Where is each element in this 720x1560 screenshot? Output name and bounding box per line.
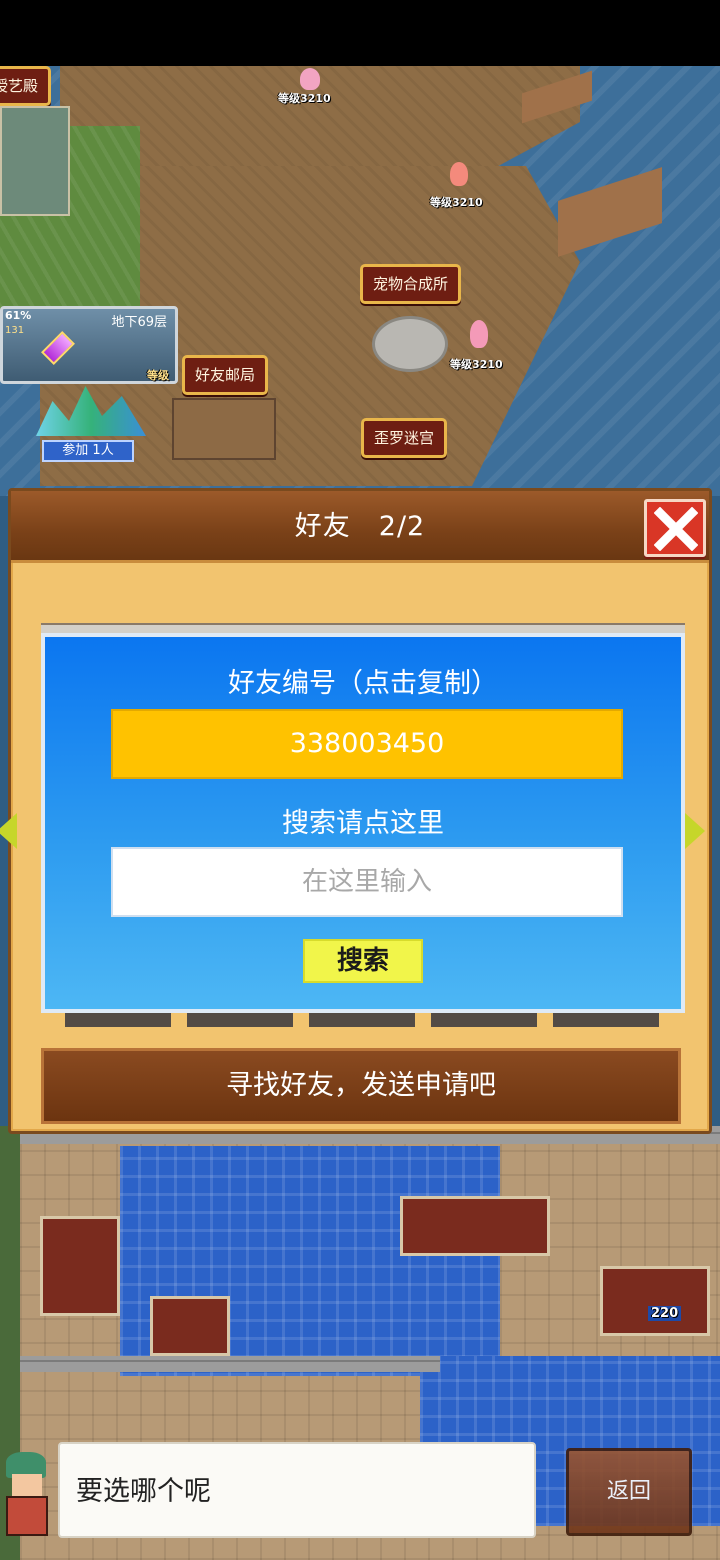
- speech-text: 要选哪个呢: [76, 1476, 211, 1507]
- map-label-friend-post[interactable]: 好友邮局: [182, 355, 269, 395]
- pet-sprite[interactable]: [470, 320, 488, 348]
- shop-building: [400, 1196, 550, 1256]
- status-bar: [0, 0, 720, 66]
- arts-building: [0, 106, 70, 216]
- advisor-avatar: [0, 1432, 58, 1542]
- hint-bar: 寻找好友，发送申请吧: [41, 1048, 681, 1124]
- page-right-arrow-icon[interactable]: [685, 813, 705, 849]
- dungeon-progress: 61%: [5, 309, 32, 322]
- shop-building: [40, 1216, 120, 1316]
- pet-sprite[interactable]: [300, 68, 320, 90]
- shop-building: [150, 1296, 230, 1356]
- friend-id-copy-box[interactable]: 338003450: [111, 709, 623, 779]
- level-tag: 等级3210: [430, 196, 483, 209]
- close-button[interactable]: [644, 499, 706, 557]
- join-badge[interactable]: 参加 1人: [42, 440, 134, 462]
- speech-bubble: 要选哪个呢: [58, 1442, 536, 1538]
- dungeon-level: 131: [5, 325, 25, 336]
- fusion-altar: [372, 316, 448, 372]
- friend-dialog: 好友 2/2 好友编号（点击复制） 338003450 搜索请点这里 搜索 寻找…: [0, 488, 712, 1134]
- friend-id-panel: 好友编号（点击复制） 338003450 搜索请点这里 搜索: [41, 633, 685, 1013]
- avatar-face: [12, 1474, 42, 1496]
- avatar-body: [6, 1496, 48, 1536]
- back-button[interactable]: 返回: [566, 1448, 692, 1536]
- map-label-maze[interactable]: 歪罗迷宫: [361, 418, 448, 458]
- shop-counter: 220: [648, 1306, 682, 1321]
- friend-search-input[interactable]: [111, 847, 623, 917]
- friend-id-label: 好友编号（点击复制）: [228, 668, 498, 699]
- dungeon-level-tag: 等级: [147, 369, 169, 382]
- search-label: 搜索请点这里: [282, 808, 444, 839]
- post-office-building: [172, 398, 276, 460]
- dialog-title: 好友 2/2: [294, 511, 426, 542]
- town-wall: [20, 1356, 440, 1372]
- level-tag: 等级3210: [278, 92, 331, 105]
- page-left-arrow-icon[interactable]: [0, 813, 17, 849]
- map-label-top-left[interactable]: 授艺殿: [0, 66, 52, 106]
- map-label-pet-fusion[interactable]: 宠物合成所: [360, 264, 462, 304]
- pet-sprite[interactable]: [450, 162, 468, 186]
- search-button[interactable]: 搜索: [303, 939, 423, 983]
- close-icon: [654, 507, 698, 551]
- dungeon-title: 地下69层: [111, 315, 167, 330]
- crystal-icon: [41, 331, 75, 365]
- dungeon-card[interactable]: 61% 131 地下69层 等级: [0, 306, 178, 384]
- level-tag: 等级3210: [450, 358, 503, 371]
- shop-building: [600, 1266, 710, 1336]
